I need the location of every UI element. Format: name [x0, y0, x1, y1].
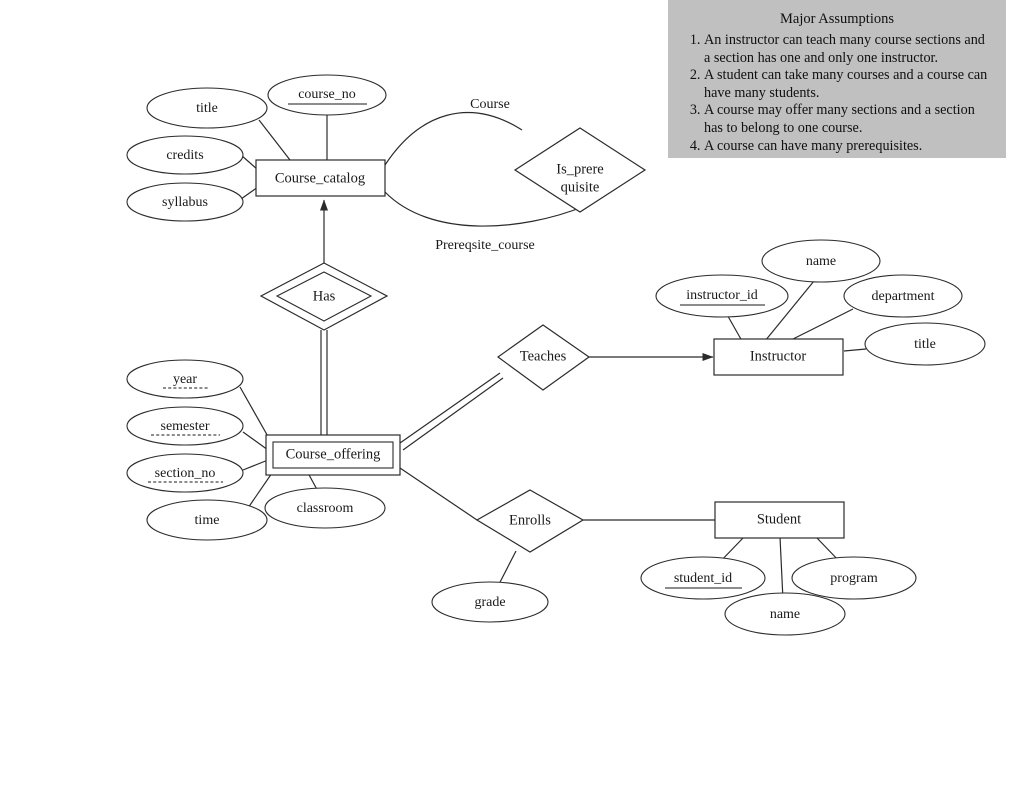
- entity-label: Instructor: [750, 348, 807, 364]
- assumption-item: A course can have many prerequisites.: [704, 138, 992, 156]
- assumption-item: A course may offer many sections and a s…: [704, 102, 992, 137]
- attribute-label: grade: [474, 595, 505, 610]
- attribute-syllabus-course-catalog: syllabus: [126, 182, 244, 222]
- major-assumptions-panel: Major Assumptions An instructor can teac…: [668, 0, 1006, 158]
- relationship-label: Enrolls: [509, 512, 551, 528]
- attribute-label: name: [770, 607, 800, 622]
- connector-semester-course-offering: [242, 431, 269, 451]
- relationship-enrolls: Enrolls: [475, 489, 585, 553]
- attribute-name-instructor: name: [761, 239, 881, 283]
- attribute-year-course-offering: year: [126, 359, 244, 399]
- attribute-time-course-offering: time: [146, 499, 268, 541]
- role-label-prerequisite-course: Prereqsite_course: [435, 238, 535, 253]
- entity-instructor: Instructor: [713, 338, 844, 376]
- attribute-program-student: program: [791, 556, 917, 600]
- connector-prerequisite-role-curve: [384, 191, 586, 227]
- attribute-department-instructor: department: [843, 274, 963, 318]
- er-diagram-canvas: title course_no credits syllabus year se…: [0, 0, 1024, 785]
- entity-student: Student: [714, 501, 845, 539]
- entity-label: Course_offering: [286, 446, 381, 462]
- relationship-has: Has: [259, 262, 389, 331]
- connector-course-role-curve: [384, 111, 523, 166]
- entity-course-catalog: Course_catalog: [255, 159, 386, 197]
- assumption-item: A student can take many courses and a co…: [704, 67, 992, 102]
- attribute-label: time: [195, 513, 220, 528]
- attribute-label: syllabus: [162, 195, 208, 210]
- attribute-title-course-catalog: title: [146, 87, 268, 129]
- connector-course-offering-enrolls: [399, 467, 478, 521]
- attribute-classroom-course-offering: classroom: [264, 487, 386, 529]
- connector-department-instructor: [788, 308, 854, 342]
- attribute-label: instructor_id: [686, 288, 758, 303]
- attribute-label: classroom: [297, 501, 354, 516]
- attribute-section-no-course-offering: section_no: [126, 453, 244, 493]
- attribute-course-no-course-catalog: course_no: [267, 74, 387, 116]
- attribute-name-student: name: [724, 592, 846, 636]
- relationship-label: Is_prere: [556, 161, 604, 177]
- relationship-label-line2: quisite: [561, 179, 600, 195]
- connector-course-offering-teaches-a: [399, 372, 501, 444]
- attribute-label: title: [196, 101, 218, 116]
- relationship-label: Has: [313, 288, 336, 304]
- attribute-label: title: [914, 337, 936, 352]
- attribute-label: program: [830, 571, 878, 586]
- attribute-title-instructor: title: [864, 322, 986, 366]
- attribute-semester-course-offering: semester: [126, 406, 244, 446]
- attribute-label: section_no: [155, 466, 216, 481]
- entity-course-offering: Course_offering: [265, 434, 401, 476]
- attribute-instructor-id-instructor: instructor_id: [655, 274, 789, 318]
- connector-section-no-course-offering: [242, 459, 269, 471]
- attribute-label: credits: [166, 148, 203, 163]
- attribute-label: department: [872, 289, 935, 304]
- relationship-is-prerequisite: Is_prere quisite: [513, 127, 647, 213]
- attribute-grade-enrolls: grade: [431, 581, 549, 623]
- assumptions-heading: Major Assumptions: [780, 11, 894, 27]
- attribute-label: student_id: [674, 571, 732, 586]
- connector-title-course-catalog: [258, 119, 291, 161]
- attribute-credits-course-catalog: credits: [126, 135, 244, 175]
- assumptions-list: An instructor can teach many course sect…: [678, 32, 996, 155]
- attribute-label: semester: [161, 419, 210, 434]
- assumption-item: An instructor can teach many course sect…: [704, 32, 992, 67]
- attribute-label: name: [806, 254, 836, 269]
- relationship-teaches: Teaches: [496, 324, 591, 391]
- relationship-label: Teaches: [520, 348, 567, 364]
- role-label-course: Course: [470, 97, 510, 112]
- connector-name-student: [779, 536, 784, 601]
- connector-course-offering-teaches-b: [402, 377, 504, 451]
- entity-label: Course_catalog: [275, 170, 365, 186]
- connector-title-instructor: [843, 348, 867, 352]
- attribute-student-id-student: student_id: [640, 556, 766, 600]
- attribute-label: year: [173, 372, 197, 387]
- attribute-label: course_no: [298, 87, 356, 102]
- entity-label: Student: [757, 511, 801, 527]
- connector-year-course-offering: [239, 386, 271, 441]
